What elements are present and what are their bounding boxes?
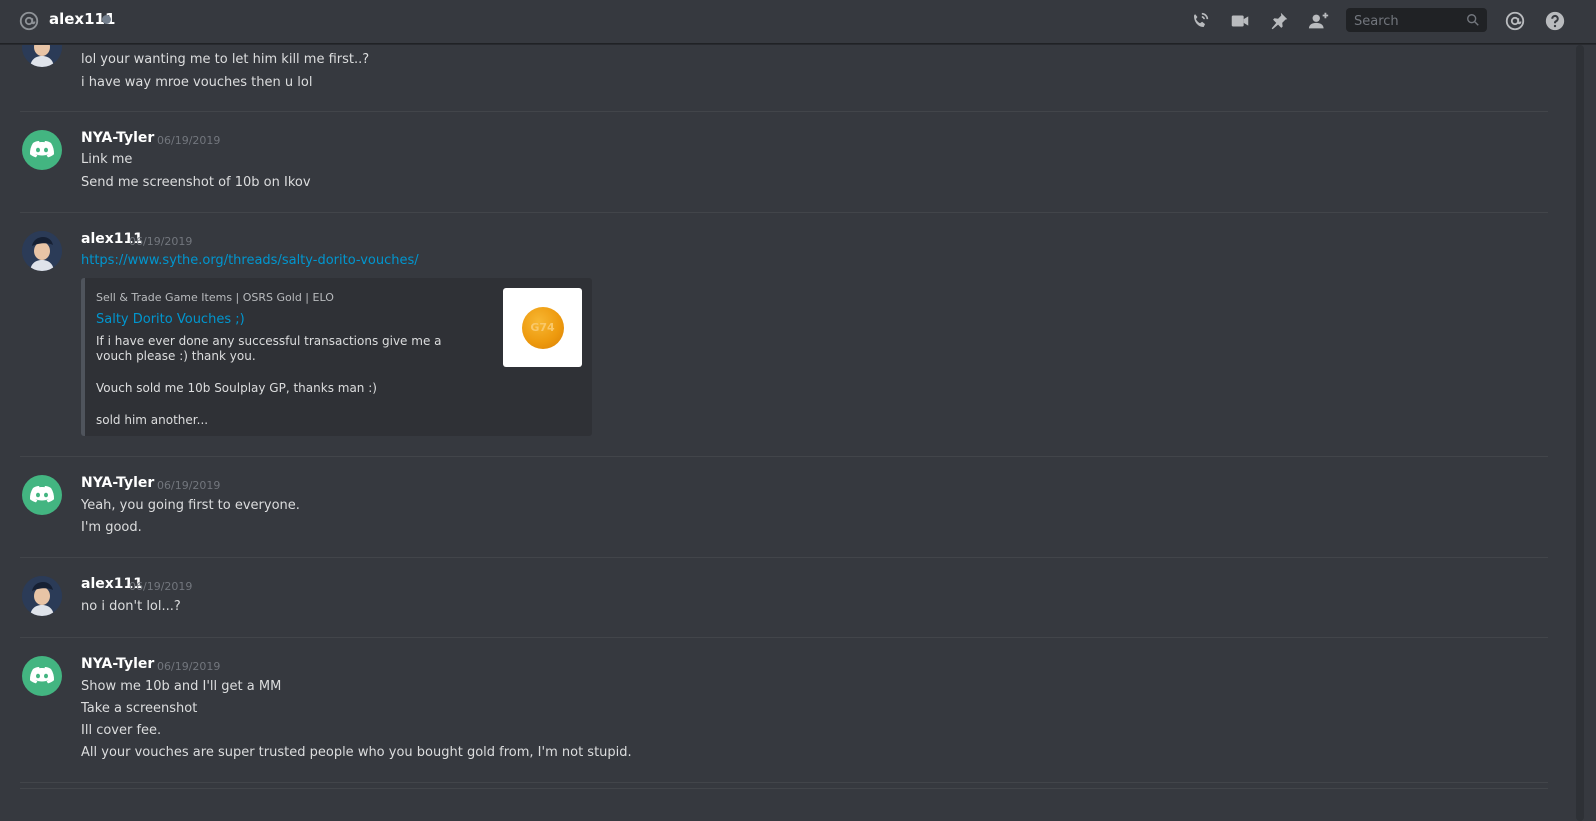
search-input[interactable] — [1352, 10, 1466, 32]
video-icon — [1231, 15, 1249, 27]
scroll-track[interactable] — [1576, 45, 1584, 821]
message-link[interactable]: https://www.sythe.org/threads/salty-dori… — [81, 253, 419, 268]
help-icon — [1545, 11, 1565, 31]
avatar-photo — [22, 576, 62, 616]
search-box[interactable] — [1346, 8, 1487, 32]
timestamp: 06/19/2019 — [129, 580, 193, 593]
user-avatar[interactable] — [22, 130, 62, 170]
add-user-icon — [1308, 12, 1329, 29]
timestamp: 06/19/2019 — [157, 134, 221, 147]
message-text: Send me screenshot of 10b on Ikov — [81, 175, 311, 190]
link-embed: Sell & Trade Game Items | OSRS Gold | EL… — [81, 278, 592, 436]
at-icon — [19, 11, 39, 31]
user-avatar[interactable] — [22, 475, 62, 515]
message-divider — [20, 637, 1548, 638]
add-friend-button[interactable] — [1306, 9, 1332, 33]
user-avatar[interactable] — [22, 656, 62, 696]
avatar-photo — [22, 231, 62, 271]
message-divider — [20, 782, 1548, 783]
message-text: I'm good. — [81, 520, 142, 535]
status-indicator — [102, 15, 111, 24]
message-text-container: https://www.sythe.org/threads/salty-dori… — [81, 253, 419, 268]
username[interactable]: NYA-Tyler — [81, 656, 154, 672]
username[interactable]: NYA-Tyler — [81, 475, 154, 491]
search-icon — [1467, 14, 1479, 26]
help-button[interactable] — [1542, 9, 1568, 33]
timestamp: 06/19/2019 — [129, 235, 193, 248]
message-text: Yeah, you going first to everyone. — [81, 498, 300, 513]
message-text: Ill cover fee. — [81, 723, 162, 738]
pinned-messages-button[interactable] — [1266, 9, 1292, 33]
embed-description: Vouch sold me 10b Soulplay GP, thanks ma… — [96, 381, 377, 395]
call-icon — [1194, 12, 1209, 27]
message-text: no i don't lol...? — [81, 599, 181, 614]
message-text: All your vouches are super trusted peopl… — [81, 745, 632, 760]
embed-description: If i have ever done any successful trans… — [96, 334, 442, 363]
embed-description: sold him another... — [96, 413, 209, 427]
message-divider — [20, 456, 1548, 457]
embed-thumbnail[interactable]: G74 — [503, 288, 582, 367]
scrollbar[interactable] — [1568, 45, 1596, 821]
message-text: Link me — [81, 152, 133, 167]
video-call-button[interactable] — [1227, 9, 1253, 33]
message-text: Show me 10b and I'll get a MM — [81, 679, 282, 694]
timestamp: 06/19/2019 — [157, 660, 221, 673]
channel-header: alex111 — [0, 0, 1596, 44]
message-text: Take a screenshot — [81, 701, 198, 716]
discord-logo-icon — [29, 667, 55, 684]
gold-coin-image: G74 — [521, 306, 564, 349]
user-avatar[interactable] — [22, 576, 62, 616]
mention-icon — [1505, 11, 1525, 31]
call-button[interactable] — [1187, 9, 1213, 33]
avatar-photo — [22, 45, 62, 67]
embed-title-link[interactable]: Salty Dorito Vouches ;) — [96, 312, 245, 327]
message-divider — [20, 788, 1548, 789]
message-divider — [20, 111, 1548, 112]
message-text: lol your wanting me to let him kill me f… — [81, 52, 370, 67]
message-text: i have way mroe vouches then u lol — [81, 75, 313, 90]
pin-icon — [1271, 12, 1288, 30]
discord-logo-icon — [29, 486, 55, 503]
discord-logo-icon — [29, 141, 55, 158]
user-avatar[interactable] — [22, 45, 62, 67]
username[interactable]: NYA-Tyler — [81, 130, 154, 146]
embed-provider[interactable]: Sell & Trade Game Items | OSRS Gold | EL… — [96, 291, 334, 304]
user-avatar[interactable] — [22, 231, 62, 271]
message-divider — [20, 212, 1548, 213]
message-list[interactable]: lol your wanting me to let him kill me f… — [0, 45, 1568, 821]
mentions-button[interactable] — [1502, 9, 1528, 33]
message-divider — [20, 557, 1548, 558]
timestamp: 06/19/2019 — [157, 479, 221, 492]
